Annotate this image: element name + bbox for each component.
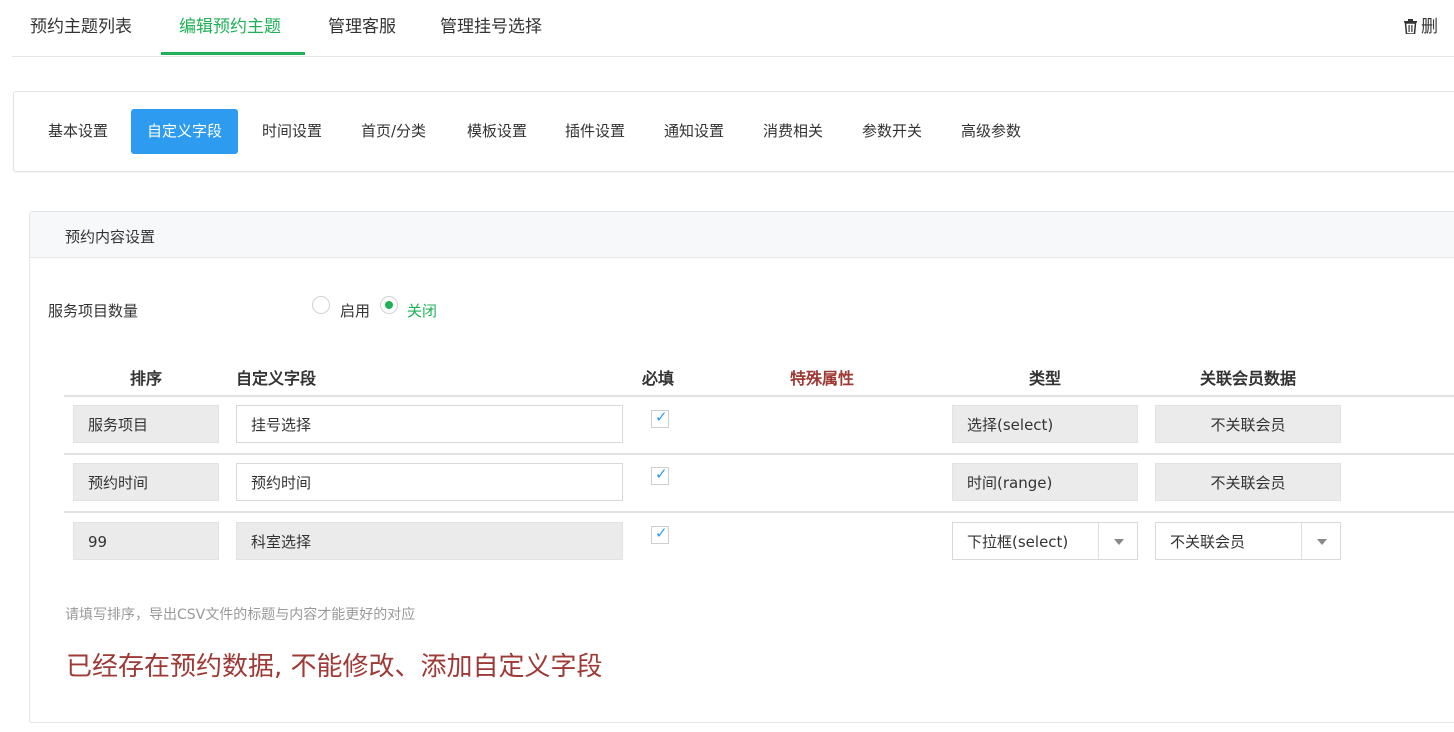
sort-field: 99 xyxy=(73,522,219,560)
custom-field-input[interactable]: 预约时间 xyxy=(236,463,623,501)
header-custom-field: 自定义字段 xyxy=(236,369,317,388)
select-separator xyxy=(1301,523,1302,559)
type-field: 时间(range) xyxy=(952,463,1138,501)
header-divider xyxy=(64,395,1454,397)
tab-consumption[interactable]: 消费相关 xyxy=(763,109,823,154)
row-divider xyxy=(64,511,1454,513)
type-select[interactable]: 下拉框(select) xyxy=(952,522,1138,560)
select-separator xyxy=(1098,523,1099,559)
delete-button[interactable]: 删 xyxy=(1404,12,1438,37)
header-sort: 排序 xyxy=(130,369,163,388)
tab-basic-settings[interactable]: 基本设置 xyxy=(48,109,108,154)
check-icon: ✓ xyxy=(655,524,668,542)
radio-disable-label[interactable]: 关闭 xyxy=(407,300,437,321)
tab-appointment-topic-list[interactable]: 预约主题列表 xyxy=(30,12,132,37)
type-field: 选择(select) xyxy=(952,405,1138,443)
tab-notification-settings[interactable]: 通知设置 xyxy=(664,109,724,154)
trash-icon xyxy=(1404,19,1417,35)
header-type: 类型 xyxy=(1029,369,1062,388)
member-select[interactable]: 不关联会员 xyxy=(1155,522,1341,560)
chevron-down-icon xyxy=(1317,539,1327,545)
chevron-down-icon xyxy=(1114,539,1124,545)
tab-manage-customer-service[interactable]: 管理客服 xyxy=(328,12,396,37)
delete-label: 删 xyxy=(1421,17,1438,37)
tab-advanced-parameters[interactable]: 高级参数 xyxy=(961,109,1021,154)
tab-home-category[interactable]: 首页/分类 xyxy=(361,109,426,154)
active-tab-underline xyxy=(161,52,305,55)
check-icon: ✓ xyxy=(655,465,668,483)
tab-time-settings[interactable]: 时间设置 xyxy=(262,109,322,154)
member-field: 不关联会员 xyxy=(1155,405,1341,443)
service-count-label: 服务项目数量 xyxy=(48,302,139,320)
row-divider xyxy=(64,453,1454,455)
hint-text: 请填写排序，导出CSV文件的标题与内容才能更好的对应 xyxy=(65,607,416,623)
required-checkbox[interactable]: ✓ xyxy=(651,408,669,428)
radio-enable[interactable] xyxy=(312,296,330,314)
panel-title: 预约内容设置 xyxy=(65,228,156,246)
type-select-value: 下拉框(select) xyxy=(967,533,1069,551)
custom-field-input[interactable]: 挂号选择 xyxy=(236,405,623,443)
header-required: 必填 xyxy=(642,369,675,388)
member-select-value: 不关联会员 xyxy=(1170,533,1246,551)
panel-header: 预约内容设置 xyxy=(30,212,1454,258)
header-member-data: 关联会员数据 xyxy=(1200,369,1297,388)
tab-custom-fields[interactable]: 自定义字段 xyxy=(131,109,239,154)
sort-field: 预约时间 xyxy=(73,463,219,501)
required-checkbox[interactable]: ✓ xyxy=(651,465,669,485)
sort-field: 服务项目 xyxy=(73,405,219,443)
tab-manage-registration-select[interactable]: 管理挂号选择 xyxy=(440,12,542,37)
member-field: 不关联会员 xyxy=(1155,463,1341,501)
radio-enable-label[interactable]: 启用 xyxy=(340,300,370,321)
required-checkbox[interactable]: ✓ xyxy=(651,524,669,544)
header-special-attribute: 特殊属性 xyxy=(790,369,855,388)
settings-tab-bar: 基本设置 自定义字段 时间设置 首页/分类 模板设置 插件设置 通知设置 消费相… xyxy=(13,91,1454,172)
tab-parameter-switch[interactable]: 参数开关 xyxy=(862,109,922,154)
top-tab-bar: 预约主题列表 编辑预约主题 管理客服 管理挂号选择 xyxy=(12,0,1454,57)
tab-plugin-settings[interactable]: 插件设置 xyxy=(565,109,625,154)
tab-edit-appointment-topic[interactable]: 编辑预约主题 xyxy=(179,12,281,37)
warning-text: 已经存在预约数据, 不能修改、添加自定义字段 xyxy=(66,652,603,682)
custom-field-input: 科室选择 xyxy=(236,522,623,560)
radio-disable[interactable] xyxy=(380,296,398,314)
appointment-content-panel: 预约内容设置 服务项目数量 启用 关闭 排序 自定义字段 必填 特殊属性 类型 … xyxy=(29,211,1454,723)
check-icon: ✓ xyxy=(655,408,668,426)
tab-template-settings[interactable]: 模板设置 xyxy=(467,109,527,154)
